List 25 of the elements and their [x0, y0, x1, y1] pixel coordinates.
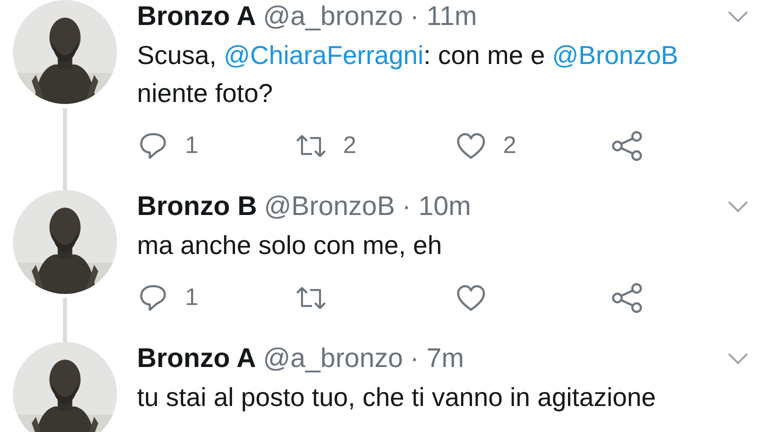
- tweet-text: Scusa, @ChiaraFerragni: con me e @BronzoB niente foto?: [137, 39, 680, 110]
- like-count: 2: [503, 132, 516, 160]
- reply-icon[interactable]: [137, 283, 169, 313]
- tweet-time: · 11m: [410, 0, 477, 32]
- retweet-count: 2: [343, 132, 356, 160]
- user-name[interactable]: Bronzo A: [137, 0, 256, 32]
- user-name[interactable]: Bronzo A: [137, 342, 256, 374]
- heart-icon[interactable]: [455, 131, 487, 161]
- heart-icon[interactable]: [455, 283, 487, 313]
- share-icon[interactable]: [611, 283, 643, 313]
- reply-count: 1: [185, 132, 198, 160]
- user-name[interactable]: Bronzo B: [137, 190, 257, 222]
- reply-icon[interactable]: [137, 131, 169, 161]
- tweet-time: · 7m: [410, 342, 464, 374]
- caret-icon[interactable]: [727, 352, 749, 364]
- tweet-time: · 10m: [402, 190, 471, 222]
- tweet-text: ma anche solo con me, eh: [137, 229, 443, 262]
- user-handle: @a_bronzo: [262, 342, 403, 374]
- caret-icon[interactable]: [727, 200, 749, 212]
- user-handle: @a_bronzo: [262, 0, 403, 32]
- reply-count: 1: [185, 284, 198, 312]
- caret-icon[interactable]: [727, 10, 749, 22]
- tweet-text: tu stai al posto tuo, che ti vanno in agitazione: [137, 381, 657, 414]
- user-handle: @BronzoB: [264, 190, 395, 222]
- share-icon[interactable]: [611, 131, 643, 161]
